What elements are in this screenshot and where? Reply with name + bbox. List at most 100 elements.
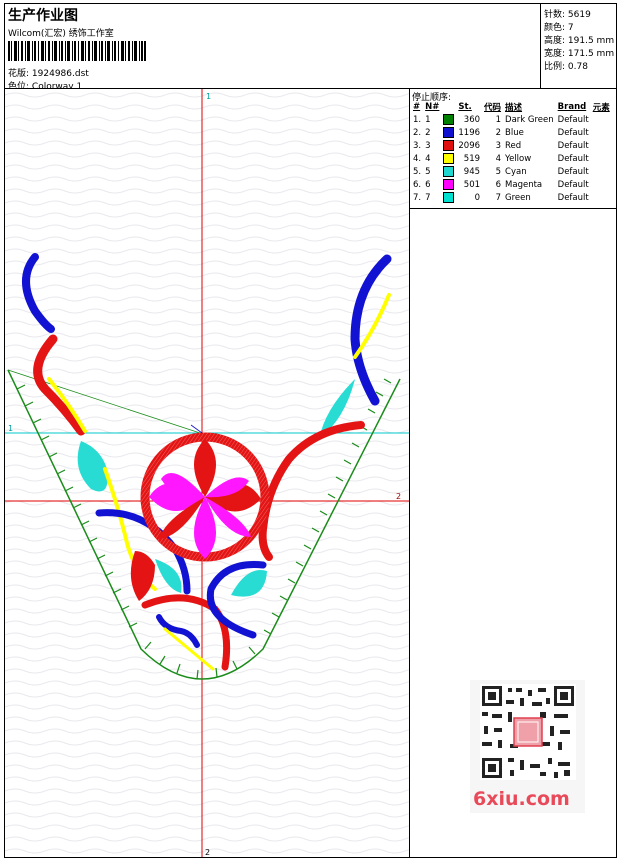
table-row: 6. 6 501 6 Magenta Default [411, 178, 612, 191]
row-code: 5 [495, 166, 502, 177]
row-brand: Default [557, 192, 589, 203]
row-element [591, 126, 612, 139]
col-needle: N# [425, 102, 440, 112]
row-index: 2. [413, 127, 422, 138]
color-swatch [443, 140, 455, 151]
table-row: 1. 1 360 1 Dark Green Default [411, 113, 612, 126]
row-code: 3 [495, 140, 502, 151]
design-width: 宽度: 171.5 mm [544, 49, 615, 59]
row-desc: Yellow [505, 153, 532, 164]
color-swatch [443, 192, 455, 203]
color-swatch [443, 179, 455, 190]
row-index: 5. [413, 166, 422, 177]
axis-label-bottom: 2 [205, 848, 210, 857]
watermark-text: 6xiu.com [473, 788, 570, 810]
col-stitches: St. [458, 102, 472, 112]
row-desc: Cyan [505, 166, 527, 177]
row-element [591, 152, 612, 165]
design-height: 高度: 191.5 mm [544, 36, 615, 46]
row-swatch [441, 126, 456, 139]
row-code: 7 [495, 192, 502, 203]
table-row: 2. 2 1196 2 Blue Default [411, 126, 612, 139]
row-needle: 4 [425, 153, 431, 164]
header-info: 生产作业图 Wilcom(汇宏) 绣饰工作室 花版: 1924986.dst 色… [5, 4, 540, 92]
row-desc: Red [505, 140, 522, 151]
col-code: 代码 [484, 103, 502, 113]
row-stitches: 519 [463, 153, 481, 164]
color-swatch [443, 114, 455, 125]
row-element [591, 139, 612, 152]
row-brand: Default [557, 114, 589, 125]
row-swatch [441, 178, 456, 191]
axis-label-top: 1 [206, 92, 211, 101]
qr-code-icon [480, 684, 576, 780]
row-desc: Blue [505, 127, 524, 138]
row-brand: Default [557, 153, 589, 164]
row-brand: Default [557, 127, 589, 138]
row-needle: 5 [425, 166, 431, 177]
col-element: 元素 [592, 103, 610, 113]
row-stitches: 1196 [458, 127, 481, 138]
axis-label-right: 2 [396, 492, 401, 501]
table-header-row: # N# St. 代码 描述 Brand 元素 [411, 101, 612, 113]
row-needle: 6 [425, 179, 431, 190]
row-stitches: 501 [463, 179, 481, 190]
color-swatch [443, 166, 455, 177]
table-row: 4. 4 519 4 Yellow Default [411, 152, 612, 165]
row-needle: 3 [425, 140, 431, 151]
page-title: 生产作业图 [8, 8, 78, 24]
color-swatch [443, 153, 455, 164]
col-desc: 描述 [505, 103, 523, 113]
stop-rows: 1. 1 360 1 Dark Green Default 2. 2 1196 2 Blue Defa… [411, 113, 612, 204]
row-brand: Default [557, 166, 589, 177]
table-row: 7. 7 0 7 Green Default [411, 191, 612, 204]
row-desc: Dark Green [505, 114, 554, 125]
row-stitches: 2096 [458, 140, 481, 151]
row-stitches: 360 [463, 114, 481, 125]
row-element [591, 165, 612, 178]
row-code: 4 [495, 153, 502, 164]
row-swatch [441, 113, 456, 126]
row-code: 2 [495, 127, 502, 138]
row-code: 6 [495, 179, 502, 190]
row-swatch [441, 165, 456, 178]
row-needle: 2 [425, 127, 431, 138]
row-element [591, 191, 612, 204]
row-code: 1 [495, 114, 502, 125]
row-desc: Magenta [505, 179, 543, 190]
row-index: 6. [413, 179, 422, 190]
file-value: 1924986.dst [31, 69, 89, 79]
color-count: 颜色: 7 [544, 23, 574, 33]
design-canvas: 1 1 2 2 [5, 89, 409, 857]
row-brand: Default [557, 179, 589, 190]
row-swatch [441, 152, 456, 165]
row-brand: Default [557, 140, 589, 151]
stop-sequence-table: # N# St. 代码 描述 Brand 元素 1. 1 360 1 Dark Gree… [411, 101, 612, 204]
row-index: 7. [413, 192, 422, 203]
table-row: 5. 5 945 5 Cyan Default [411, 165, 612, 178]
table-row: 3. 3 2096 3 Red Default [411, 139, 612, 152]
row-stitches: 0 [474, 192, 481, 203]
embroidery-preview: 1 1 2 2 [5, 89, 409, 857]
file-label: 花版: [8, 69, 30, 79]
studio-name: Wilcom(汇宏) 绣饰工作室 [8, 29, 114, 39]
row-index: 4. [413, 153, 422, 164]
col-index: # [413, 102, 421, 112]
row-swatch [441, 191, 456, 204]
col-brand: Brand [557, 102, 587, 112]
row-element [591, 113, 612, 126]
row-swatch [441, 139, 456, 152]
row-needle: 7 [425, 192, 431, 203]
stitch-count: 针数: 5619 [544, 10, 591, 20]
row-desc: Green [505, 192, 531, 203]
row-index: 1. [413, 114, 422, 125]
row-stitches: 945 [463, 166, 481, 177]
row-needle: 1 [425, 114, 431, 125]
row-element [591, 178, 612, 191]
stats-panel: 针数: 5619 颜色: 7 高度: 191.5 mm 宽度: 171.5 mm… [540, 4, 618, 88]
row-index: 3. [413, 140, 422, 151]
file-name-line: 花版: 1924986.dst [8, 66, 89, 79]
color-swatch [443, 127, 455, 138]
design-scale: 比例: 0.78 [544, 62, 588, 72]
barcode-icon [8, 41, 146, 61]
